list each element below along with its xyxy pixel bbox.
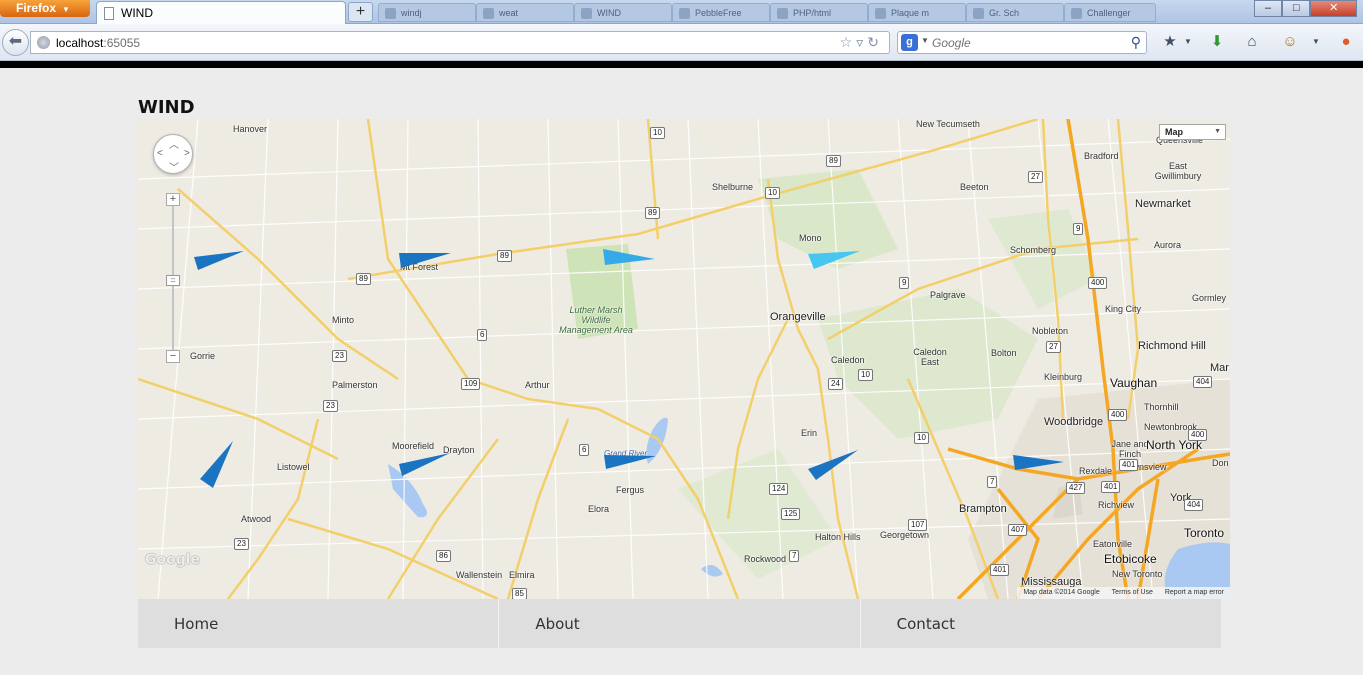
tab-favicon-icon: [973, 8, 984, 19]
wind-marker-mono[interactable]: [808, 251, 860, 269]
browser-tab-label: WIND: [597, 8, 621, 18]
browser-tab[interactable]: Challenger: [1064, 3, 1156, 22]
back-button[interactable]: ⬅: [2, 29, 29, 56]
tab-title: WIND: [121, 6, 153, 20]
browser-tab[interactable]: PHP/html: [770, 3, 868, 22]
globe-icon: [37, 36, 50, 49]
report-map-error-link[interactable]: Report a map error: [1165, 589, 1224, 596]
wind-marker-mount-forest[interactable]: [399, 253, 451, 268]
google-search-engine-icon[interactable]: g: [901, 34, 918, 51]
menu-addon-icon[interactable]: ●: [1336, 33, 1356, 53]
url-bar-actions: ☆▿↻: [840, 34, 883, 51]
wind-marker-brampton[interactable]: [1013, 455, 1064, 470]
tab-favicon-icon: [875, 8, 886, 19]
map-canvas[interactable]: Hanover New Tecumseth Bradford Queensvil…: [138, 119, 1230, 599]
url-host: localhost: [56, 36, 104, 50]
browser-tab[interactable]: Plaque m: [868, 3, 966, 22]
chevron-left-icon[interactable]: <: [157, 148, 163, 159]
search-icon[interactable]: ⚲: [1131, 34, 1141, 51]
close-window-button[interactable]: ✕: [1310, 0, 1357, 17]
chevron-down-icon[interactable]: ﹀: [169, 159, 179, 174]
zoom-out-button[interactable]: −: [166, 350, 180, 363]
browser-tab-bar: Firefox ▼ WIND + windj weat WIND PebbleFr…: [0, 0, 1363, 25]
maximize-button[interactable]: □: [1282, 0, 1311, 17]
terms-of-use-link[interactable]: Terms of Use: [1112, 589, 1153, 596]
wind-marker-hanover-south[interactable]: [194, 251, 244, 270]
map-type-selector[interactable]: Map ▼: [1159, 124, 1226, 140]
browser-tab-label: Challenger: [1087, 8, 1131, 18]
tab-favicon-icon: [385, 8, 396, 19]
browser-tab[interactable]: WIND: [574, 3, 672, 22]
addon-icon[interactable]: ☺: [1280, 33, 1300, 53]
tab-favicon-icon: [679, 8, 690, 19]
bookmark-star-icon[interactable]: ☆: [840, 34, 857, 50]
wind-marker-drayton[interactable]: [399, 453, 450, 476]
browser-tab-label: Gr. Sch: [989, 8, 1020, 18]
wind-marker-erin[interactable]: [808, 450, 858, 480]
footer-navigation: Home About Contact: [138, 599, 1221, 648]
chevron-down-icon[interactable]: ▿: [856, 34, 867, 50]
chevron-down-icon[interactable]: ▼: [1178, 33, 1198, 53]
chevron-down-icon[interactable]: ▼: [1306, 33, 1326, 53]
nav-contact-link[interactable]: Contact: [861, 599, 1221, 648]
window-controls: – □ ✕: [1254, 0, 1357, 17]
firefox-menu-label: Firefox: [16, 1, 57, 15]
new-tab-button[interactable]: +: [348, 2, 373, 22]
page-title: WIND: [138, 97, 195, 118]
url-text: localhost:65055: [56, 36, 140, 50]
browser-navigation-bar: ⬅ localhost:65055 ☆▿↻ g ▼ ⚲ ★ ▼ ⬇ ⌂ ☺ ▼ …: [0, 24, 1363, 61]
browser-tab-label: PHP/html: [793, 8, 832, 18]
zoom-slider[interactable]: + = −: [166, 193, 180, 363]
wind-marker-luther-marsh[interactable]: [603, 249, 655, 265]
firefox-menu-button[interactable]: Firefox ▼: [0, 0, 90, 17]
download-icon[interactable]: ⬇: [1207, 33, 1227, 53]
tab-favicon-icon: [581, 8, 592, 19]
wind-markers-layer: [194, 249, 1064, 488]
page-icon: [104, 7, 114, 20]
wind-marker-fergus[interactable]: [604, 455, 656, 469]
reload-icon[interactable]: ↻: [867, 34, 883, 50]
search-input[interactable]: [932, 34, 1122, 52]
browser-tab-label: Plaque m: [891, 8, 930, 18]
nav-about-link[interactable]: About: [499, 599, 861, 648]
browser-tab-label: weat: [499, 8, 519, 18]
chevron-down-icon[interactable]: ▼: [921, 36, 929, 45]
arrow-left-icon: ⬅: [8, 33, 23, 50]
browser-tab[interactable]: PebbleFree: [672, 3, 770, 22]
url-port: :65055: [103, 36, 141, 50]
chevron-right-icon[interactable]: >: [184, 148, 190, 159]
tab-favicon-icon: [777, 8, 788, 19]
tab-favicon-icon: [483, 8, 494, 19]
browser-tab-label: windj: [401, 8, 422, 18]
page-top-bar: [0, 61, 1363, 68]
map-attribution: Map data ©2014 Google Terms of Use Repor…: [1017, 587, 1230, 599]
chevron-up-icon[interactable]: ︿: [169, 136, 179, 151]
map-type-label: Map: [1165, 127, 1183, 137]
google-logo[interactable]: Google: [145, 552, 200, 568]
browser-tab-label: PebbleFree: [695, 8, 742, 18]
zoom-in-button[interactable]: +: [166, 193, 180, 206]
zoom-slider-thumb[interactable]: =: [166, 275, 180, 286]
minimize-button[interactable]: –: [1254, 0, 1283, 17]
chevron-down-icon: ▼: [62, 5, 70, 14]
bookmarks-menu-icon[interactable]: ★: [1160, 33, 1180, 53]
browser-tab[interactable]: windj: [378, 3, 476, 22]
tab-favicon-icon: [1071, 8, 1082, 19]
map-data-credit: Map data ©2014 Google: [1023, 589, 1100, 596]
wind-marker-listowel[interactable]: [200, 441, 233, 488]
chevron-down-icon: ▼: [1214, 128, 1221, 135]
pan-control[interactable]: ︿ ﹀ < >: [153, 134, 193, 174]
browser-tab[interactable]: Gr. Sch: [966, 3, 1064, 22]
browser-tab-active[interactable]: WIND: [96, 1, 346, 25]
nav-home-link[interactable]: Home: [138, 599, 500, 648]
home-icon[interactable]: ⌂: [1242, 33, 1262, 53]
url-bar[interactable]: localhost:65055 ☆▿↻: [30, 31, 890, 54]
search-bar: g ▼ ⚲: [897, 31, 1147, 54]
browser-tab[interactable]: weat: [476, 3, 574, 22]
